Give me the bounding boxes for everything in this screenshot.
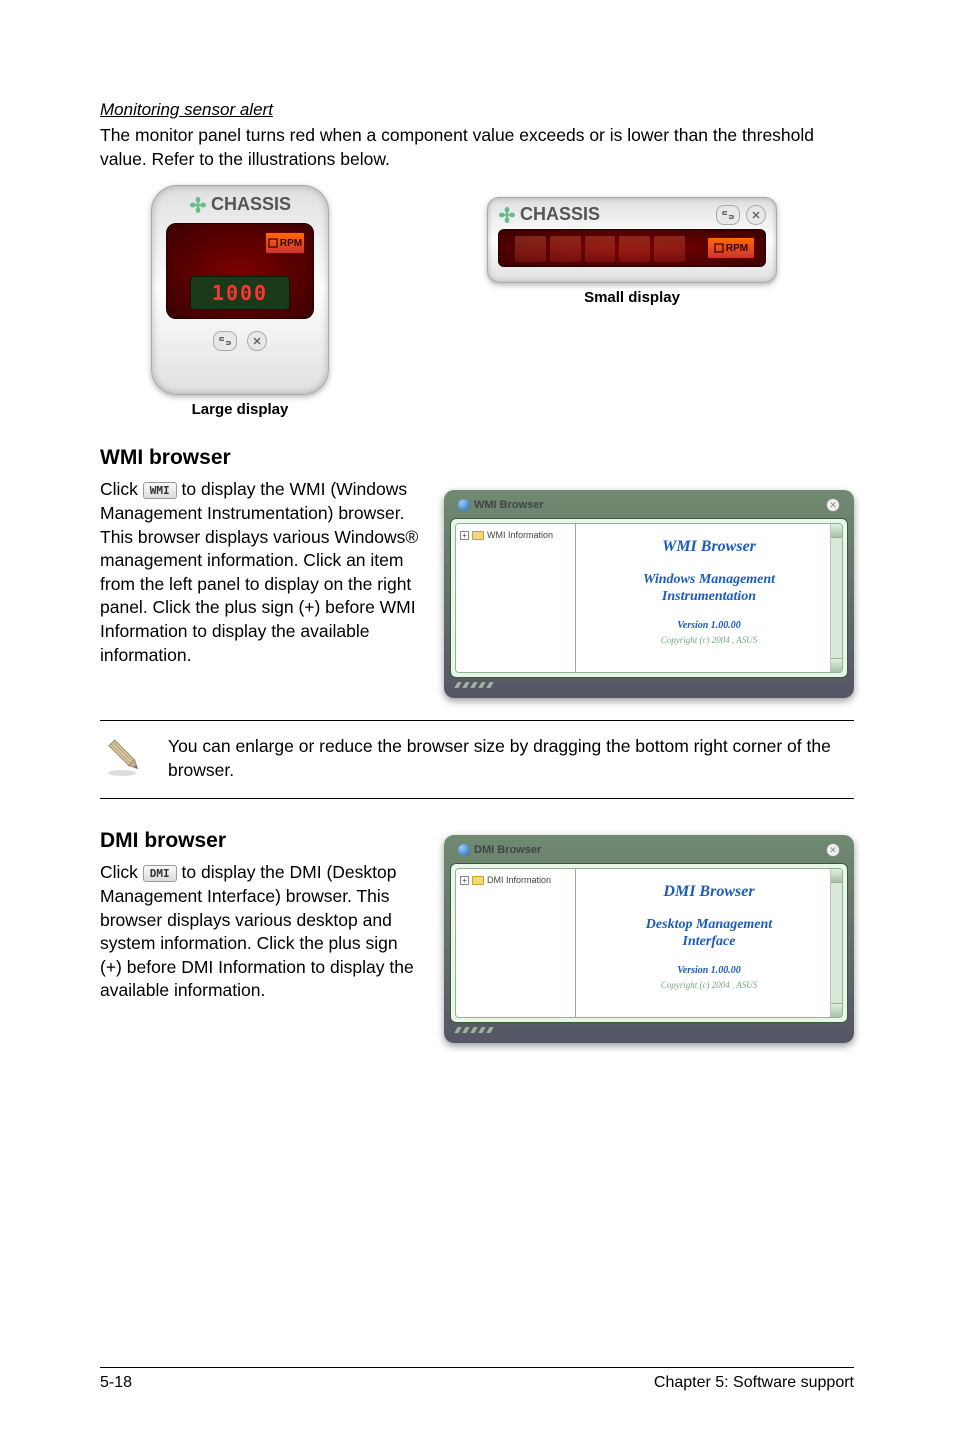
plus-icon[interactable]: +: [460, 531, 469, 540]
gauge-lcd: 1000: [190, 276, 290, 310]
gauge-unit: RPM: [265, 232, 305, 254]
dmi-button-inline: DMI: [143, 865, 177, 882]
large-gauge: CHASSIS RPM 1000: [151, 185, 329, 395]
note-text: You can enlarge or reduce the browser si…: [168, 735, 854, 782]
globe-icon: [458, 499, 470, 511]
dmi-win-title: DMI Browser: [474, 844, 541, 856]
link-icon: [716, 205, 740, 225]
gauge-title: CHASSIS: [211, 194, 291, 215]
close-icon[interactable]: ✕: [826, 498, 840, 512]
dmi-tree[interactable]: +DMI Information: [456, 869, 576, 1017]
alert-heading: Monitoring sensor alert: [100, 100, 854, 120]
gauge-title: CHASSIS: [520, 204, 600, 225]
small-gauge: CHASSIS RPM: [487, 197, 777, 283]
scrollbar[interactable]: [830, 524, 842, 672]
resize-grip[interactable]: [450, 1023, 848, 1037]
close-icon[interactable]: ✕: [826, 843, 840, 857]
plus-icon[interactable]: +: [460, 876, 469, 885]
wmi-tree[interactable]: +WMI Information: [456, 524, 576, 672]
folder-icon: [472, 876, 484, 885]
page-number: 5-18: [100, 1374, 132, 1392]
gauge-unit: RPM: [707, 237, 755, 259]
wmi-win-title: WMI Browser: [474, 499, 544, 511]
globe-icon: [458, 844, 470, 856]
chapter-label: Chapter 5: Software support: [654, 1374, 854, 1392]
resize-grip[interactable]: [450, 678, 848, 692]
dmi-content: DMI Browser Desktop ManagementInterface …: [576, 869, 842, 1017]
wmi-body: Click WMI to display the WMI (Windows Ma…: [100, 478, 424, 667]
scrollbar[interactable]: [830, 869, 842, 1017]
dmi-body: Click DMI to display the DMI (Desktop Ma…: [100, 861, 424, 1003]
wmi-window: WMI Browser ✕ +WMI Information WMI Brows…: [444, 490, 854, 698]
alert-body: The monitor panel turns red when a compo…: [100, 124, 854, 171]
large-caption: Large display: [100, 401, 380, 418]
close-icon: [247, 331, 267, 351]
fan-icon: [498, 206, 516, 224]
folder-icon: [472, 531, 484, 540]
link-icon: [213, 331, 237, 351]
fan-icon: [189, 196, 207, 214]
dmi-window: DMI Browser ✕ +DMI Information DMI Brows…: [444, 835, 854, 1043]
wmi-title: WMI browser: [100, 446, 854, 470]
close-icon: [746, 205, 766, 225]
wmi-button-inline: WMI: [143, 482, 177, 499]
pencil-icon: [100, 735, 144, 784]
small-caption: Small display: [410, 289, 854, 306]
wmi-content: WMI Browser Windows ManagementInstrument…: [576, 524, 842, 672]
